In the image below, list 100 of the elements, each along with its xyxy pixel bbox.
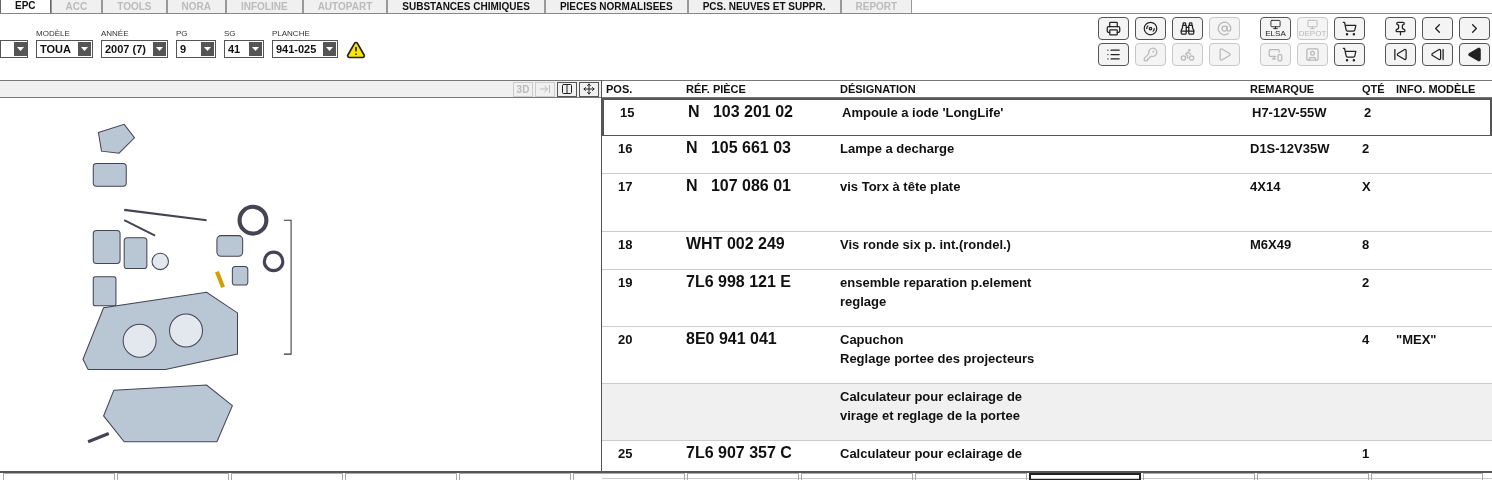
- table-cell-text: 19: [617, 274, 634, 292]
- field-label: PLANCHE: [271, 28, 311, 40]
- table-cell-text: N 103 201 02: [688, 103, 794, 120]
- table-cell-text: Calculateur pour eclairage de virage et reglage de la portee: [840, 388, 1024, 425]
- toolbar-button[interactable]: [1422, 43, 1453, 66]
- toolbar-button[interactable]: ELSA: [1260, 17, 1291, 40]
- bike-icon: [1180, 47, 1195, 62]
- table-cell-text: M6X49: [1250, 236, 1293, 254]
- binoculars-icon: [1180, 21, 1195, 36]
- table-cell-text: Lampe a decharge: [840, 140, 956, 158]
- column-header: QTÉ: [1362, 81, 1386, 97]
- table-cell-text: N 107 086 01: [686, 177, 792, 194]
- warning-icon: [346, 40, 367, 60]
- column-header: POS.: [605, 81, 634, 97]
- split-view-icon: [561, 83, 573, 95]
- toolbar-button[interactable]: [1334, 43, 1365, 66]
- play-icon: [1217, 47, 1232, 62]
- column-header: INFO. MODÈLE: [1396, 81, 1477, 97]
- first-icon: [1393, 47, 1408, 62]
- bottom-tab[interactable]: [1029, 473, 1141, 480]
- table-cell-text: 8: [1362, 236, 1371, 254]
- field-label: SG: [223, 28, 237, 40]
- back-icon: [1467, 47, 1482, 62]
- table-cell-text: 17: [617, 178, 634, 196]
- table-cell-text: 7L6 998 121 E: [686, 273, 792, 290]
- dropdown[interactable]: TOUA: [36, 40, 93, 58]
- monitor-icon: [1307, 19, 1318, 30]
- toolbar-button[interactable]: [1135, 17, 1166, 40]
- table-cell-text: Ampoule a iode 'LongLife': [842, 104, 1005, 122]
- table-cell-text: 8E0 941 041: [686, 330, 778, 347]
- toolbar-button[interactable]: [1334, 17, 1365, 40]
- table-cell-text: Calculateur pour eclairage de: [840, 445, 1024, 463]
- table-row[interactable]: 15 N 103 201 02 Ampoule a iode 'LongLife' H7-12V-55W 2: [602, 98, 1492, 136]
- table-cell-text: vis Torx à tête plate: [840, 178, 962, 196]
- key-icon: [1143, 47, 1158, 62]
- caret-icon: [77, 42, 91, 56]
- table-cell-text: 15: [619, 104, 636, 122]
- dropdown[interactable]: [0, 40, 28, 58]
- table-cell-text: ensemble reparation p.element reglage: [840, 274, 1033, 311]
- printer-icon: [1106, 21, 1121, 36]
- table-cell-text: 4X14: [1250, 178, 1282, 196]
- table-cell-text: 2: [1364, 104, 1373, 122]
- field-label: MODÈLE: [36, 28, 71, 40]
- table-cell-text: 2: [1362, 140, 1371, 158]
- caret-icon: [152, 42, 166, 56]
- dropdown[interactable]: 941-025: [271, 40, 339, 58]
- module-tab[interactable]: EPC: [0, 0, 51, 13]
- view-button[interactable]: [557, 81, 577, 97]
- disc-icon: [1143, 21, 1158, 36]
- module-tab[interactable]: SUBSTANCES CHIMIQUES: [387, 0, 545, 13]
- table-cell-text: Vis ronde six p. int.(rondel.): [840, 236, 1012, 254]
- table-cell-text: WHT 002 249: [686, 235, 786, 252]
- export-icon: [539, 83, 551, 95]
- person-icon: [1305, 47, 1320, 62]
- table-cell-text: 20: [617, 331, 634, 349]
- devices-icon: [1268, 47, 1283, 62]
- table-cell-text: H7-12V-55W: [1252, 104, 1328, 122]
- column-header: DÉSIGNATION: [840, 81, 917, 97]
- table-row[interactable]: Calculateur pour eclairage de virage et reglage de la portee: [602, 384, 1492, 441]
- table-cell-text: X: [1362, 178, 1372, 196]
- table-cell-text: 7L6 907 357 C: [686, 444, 793, 461]
- toolbar-button[interactable]: [1459, 17, 1490, 40]
- table-cell-text: 25: [617, 445, 634, 463]
- column-header: REMARQUE: [1250, 81, 1316, 97]
- table-cell-text: Capuchon Reglage portee des projecteurs: [840, 331, 1036, 368]
- toolbar-button[interactable]: [1098, 43, 1129, 66]
- caret-icon: [248, 42, 262, 56]
- table-cell-text: "MEX": [1396, 331, 1438, 349]
- caret-icon: [200, 42, 214, 56]
- previous-icon: [1430, 47, 1445, 62]
- caret-icon: [14, 42, 27, 56]
- dropdown[interactable]: 41: [223, 40, 264, 58]
- table-cell-text: 1: [1362, 445, 1371, 463]
- table-cell-text: 2: [1362, 274, 1371, 292]
- caret-icon: [323, 42, 337, 56]
- toolbar-button[interactable]: [1422, 17, 1453, 40]
- module-tab[interactable]: PCS. NEUVES ET SUPPR.: [687, 0, 841, 13]
- dropdown[interactable]: 9: [175, 40, 216, 58]
- table-cell-text: D1S-12V35W: [1250, 140, 1331, 158]
- table-cell-text: 16: [617, 140, 634, 158]
- cart-icon: [1342, 47, 1357, 62]
- table-cell-text: N 105 661 03: [686, 139, 792, 156]
- toolbar-button[interactable]: [1459, 43, 1490, 66]
- toolbar-button[interactable]: [1172, 17, 1203, 40]
- toolbar-button[interactable]: [1385, 43, 1416, 66]
- dropdown[interactable]: 2007 (7): [100, 40, 168, 58]
- module-tab[interactable]: PIECES NORMALISEES: [544, 0, 688, 13]
- column-header: RÉF. PIÈCE: [686, 81, 747, 97]
- field-label: PG: [175, 28, 189, 40]
- view-button[interactable]: [579, 81, 599, 97]
- toolbar-button[interactable]: [1098, 17, 1129, 40]
- monitor-icon: [1270, 19, 1281, 30]
- list-icon: [1106, 47, 1121, 62]
- cart-icon: [1342, 21, 1357, 36]
- table-cell-text: 18: [617, 236, 634, 254]
- resize-icon: [583, 83, 595, 95]
- field-label: ANNÉE: [100, 28, 130, 40]
- at-sign-icon: [1217, 21, 1232, 36]
- table-cell-text: 4: [1362, 331, 1371, 349]
- toolbar-button[interactable]: [1385, 17, 1416, 40]
